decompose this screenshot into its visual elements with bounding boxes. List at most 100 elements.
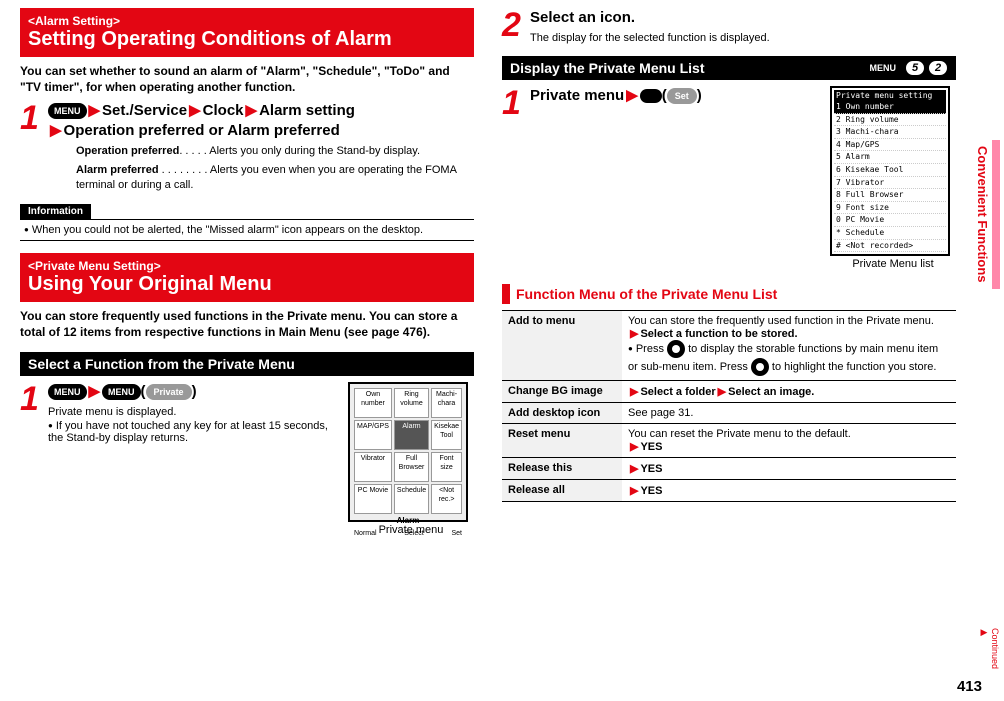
arrow-icon: ▶: [87, 102, 103, 119]
def-label: Alarm preferred: [76, 164, 159, 176]
grid-cell: Font size: [431, 452, 462, 482]
arrow-icon: ▶: [244, 102, 260, 119]
alarm-header: <Alarm Setting> Setting Operating Condit…: [20, 8, 474, 57]
arrow-icon: ▶: [628, 463, 640, 475]
table-row: Release all ▶YES: [502, 480, 956, 502]
menu-key-icon: MENU: [864, 60, 903, 76]
grid-cell: Kisekae Tool: [431, 420, 462, 450]
alarm-title: Setting Operating Conditions of Alarm: [28, 28, 466, 51]
arrow-icon: ▶: [48, 122, 64, 139]
alarm-tag: <Alarm Setting>: [28, 14, 466, 28]
grid-cell: <Not rec.>: [431, 484, 462, 514]
list-item: 5 Alarm: [834, 151, 946, 164]
private-intro: You can store frequently used functions …: [20, 308, 474, 340]
list-item: 2 Ring volume: [834, 114, 946, 127]
arrow-icon: ▶: [187, 102, 203, 119]
private-header: <Private Menu Setting> Using Your Origin…: [20, 253, 474, 302]
row-val: You can store the frequently used functi…: [622, 311, 956, 381]
table-row: Reset menu You can reset the Private men…: [502, 424, 956, 458]
step-2: 2 Select an icon. The display for the se…: [502, 8, 956, 44]
step-body1: Private menu is displayed.: [48, 406, 340, 418]
arrow-icon: ▶: [628, 441, 640, 453]
arrow-icon: ▶: [624, 87, 640, 104]
table-row: Add to menu You can store the frequently…: [502, 311, 956, 381]
list-item: 6 Kisekae Tool: [834, 164, 946, 177]
continued-marker: Continued: [980, 628, 1000, 669]
private-title: Using Your Original Menu: [28, 273, 466, 296]
information-box: Information When you could not be alerte…: [20, 203, 474, 241]
row-key: Release this: [502, 458, 622, 480]
path-a: Set./Service: [102, 102, 187, 119]
page-number: 413: [957, 678, 982, 695]
screenshot-caption: Private Menu list: [830, 258, 956, 270]
footer-normal: Normal: [354, 530, 377, 538]
row-key: Release all: [502, 480, 622, 502]
grid-cell: PC Movie: [354, 484, 392, 514]
bar-title: Display the Private Menu List: [510, 60, 705, 76]
list-item: 1 Own number: [834, 101, 946, 114]
path-b: Clock: [203, 102, 244, 119]
function-menu-title: Function Menu of the Private Menu List: [516, 286, 777, 302]
list-item: 0 PC Movie: [834, 214, 946, 227]
list-item: 7 Vibrator: [834, 177, 946, 190]
step2-body: The display for the selected function is…: [530, 32, 956, 44]
private-menu-screenshot: Own numberRing volumeMachi-charaMAP/GPSA…: [348, 382, 468, 522]
private-list-screenshot: Private menu setting 1 Own number2 Ring …: [830, 86, 950, 257]
arrow-icon: ▶: [716, 386, 728, 398]
grid-cell: Own number: [354, 388, 392, 418]
arrow-icon: ▶: [628, 386, 640, 398]
path-d: Operation preferred or Alarm preferred: [64, 122, 340, 139]
def-alarm-pref: Alarm preferred . . . . . . . . Alerts y…: [76, 163, 474, 193]
step2-title: Select an icon.: [530, 8, 956, 28]
step-line-1: MENU▶Set./Service▶Clock▶Alarm setting: [48, 101, 474, 121]
grid-cell: Schedule: [394, 484, 429, 514]
path-c: Alarm setting: [259, 102, 355, 119]
select-function-bar: Select a Function from the Private Menu: [20, 352, 474, 376]
display-step1: 1 Private menu▶(Set): [502, 86, 822, 120]
set-button-icon: Set: [667, 88, 697, 104]
shortcut-keys: MENU 5 2: [864, 60, 949, 76]
row-val: You can reset the Private menu to the de…: [622, 424, 956, 458]
grid-cell: MAP/GPS: [354, 420, 392, 450]
step-line-2: ▶Operation preferred or Alarm preferred: [48, 121, 474, 141]
grid-cell: Machi-chara: [431, 388, 462, 418]
list-item: # <Not recorded>: [834, 240, 946, 253]
function-menu-bar: Function Menu of the Private Menu List: [502, 284, 956, 304]
arrow-icon: ▶: [628, 328, 640, 340]
step1-title: Private menu: [530, 87, 624, 104]
menu-key-icon: MENU: [48, 103, 87, 119]
display-private-bar: Display the Private Menu List MENU 5 2: [502, 56, 956, 80]
information-body: When you could not be alerted, the "Miss…: [20, 219, 474, 241]
camera-key-icon: [640, 89, 662, 103]
row-key: Add desktop icon: [502, 403, 622, 424]
def-label: Operation preferred: [76, 145, 179, 157]
step-number: 1: [502, 86, 524, 120]
step-body2: If you have not touched any key for at l…: [48, 420, 340, 444]
private-button-icon: Private: [146, 384, 192, 400]
step-number: 2: [502, 8, 524, 44]
def-op-pref: Operation preferred. . . . . Alerts you …: [76, 144, 474, 159]
table-row: Change BG image ▶Select a folder▶Select …: [502, 381, 956, 403]
list-item: 9 Font size: [834, 202, 946, 215]
arrow-icon: ▶: [87, 383, 103, 400]
list-item: 8 Full Browser: [834, 189, 946, 202]
row-key: Reset menu: [502, 424, 622, 458]
grid-cell: Alarm: [394, 420, 429, 450]
def-desc: Alerts you only during the Stand-by disp…: [209, 145, 420, 157]
menu-key-icon: MENU: [48, 384, 87, 400]
row-key: Change BG image: [502, 381, 622, 403]
row-key: Add to menu: [502, 311, 622, 381]
list-item: 3 Machi-chara: [834, 126, 946, 139]
nav-key-icon: [751, 358, 769, 376]
table-row: Add desktop icon See page 31.: [502, 403, 956, 424]
row-val: ▶Select a folder▶Select an image.: [622, 381, 956, 403]
step-number: 1: [20, 382, 42, 444]
table-row: Release this ▶YES: [502, 458, 956, 480]
step1-line: Private menu▶(Set): [530, 86, 822, 106]
screenshot-header: Private menu setting: [834, 90, 946, 102]
alarm-step: 1 MENU▶Set./Service▶Clock▶Alarm setting …: [20, 101, 474, 193]
function-table: Add to menu You can store the frequently…: [502, 310, 956, 502]
digit-key-2: 2: [928, 60, 948, 76]
row-val: See page 31.: [622, 403, 956, 424]
grid-cell: Full Browser: [394, 452, 429, 482]
